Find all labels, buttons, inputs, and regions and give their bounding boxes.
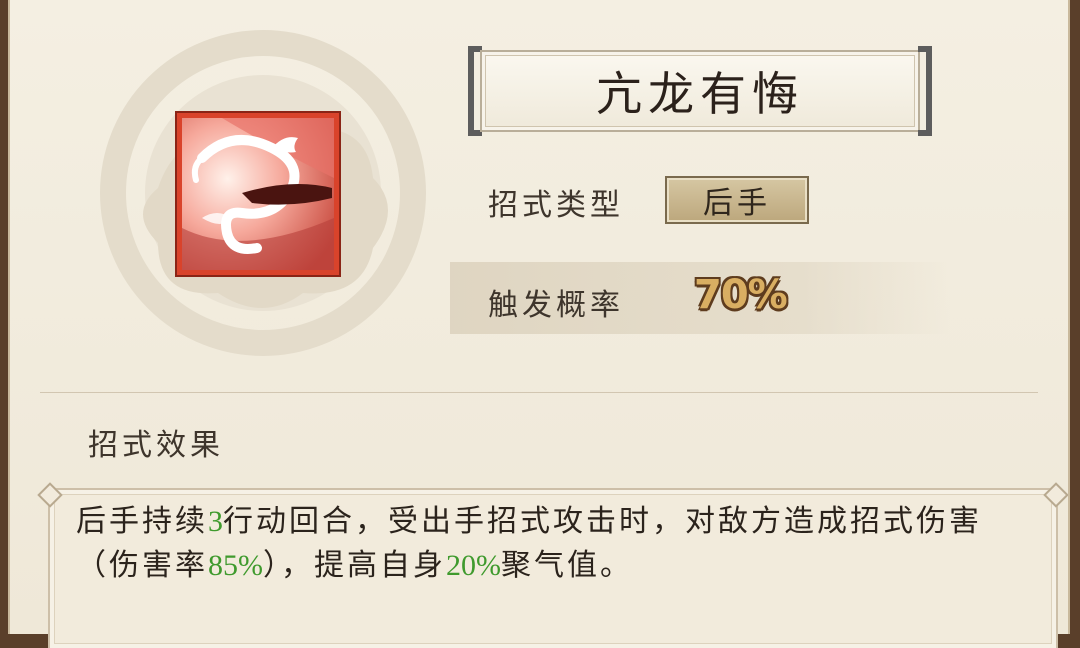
section-divider [40, 392, 1038, 393]
skill-type-label: 招式类型 [488, 188, 624, 223]
effect-text-part: ），提高自身 [263, 548, 446, 583]
effect-highlight-value: 3 [208, 505, 223, 538]
skill-type-badge: 后手 [665, 176, 809, 224]
effect-description: 后手持续3行动回合，受出手招式攻击时，对敌方造成招式伤害（伤害率85%），提高自… [76, 500, 1036, 588]
effect-section-title: 招式效果 [88, 428, 224, 463]
corner-ornament-right [1043, 482, 1069, 508]
trigger-chance-label: 触发概率 [488, 288, 624, 323]
skill-name: 亢龙有悔 [596, 67, 804, 121]
effect-highlight-value: 20% [446, 549, 501, 582]
trigger-chance-value: 70% [694, 272, 788, 318]
effect-text-part: 聚气值。 [501, 548, 633, 583]
dragon-icon [182, 118, 334, 270]
effect-highlight-value: 85% [208, 549, 263, 582]
skill-detail-panel: 亢龙有悔 招式类型 后手 触发概率 70% 招式效果 后手持续3行动回合，受出手… [8, 0, 1070, 648]
corner-ornament-left [37, 482, 63, 508]
effect-text-part: 后手持续 [76, 504, 208, 539]
skill-icon[interactable] [177, 113, 339, 275]
skill-name-plate: 亢龙有悔 [468, 46, 932, 136]
